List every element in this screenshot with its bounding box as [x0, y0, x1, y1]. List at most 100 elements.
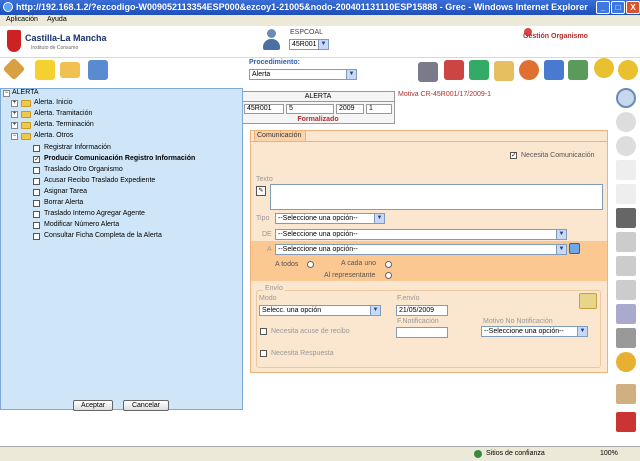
tree-item-label[interactable]: Borrar Alerta — [44, 199, 83, 206]
procedimiento-select[interactable]: Alerta ▼ — [249, 69, 357, 80]
gear-icon[interactable] — [618, 60, 638, 80]
alert-header: ALERTA — [242, 92, 394, 102]
tools-cross-icon[interactable] — [616, 384, 636, 404]
a-todos-radio[interactable] — [307, 261, 314, 268]
globe-icon[interactable] — [519, 60, 539, 80]
computer-icon[interactable] — [88, 60, 108, 80]
aceptar-button[interactable]: Aceptar — [73, 400, 113, 411]
tree-item-checkbox[interactable] — [33, 233, 40, 240]
user-group-icon[interactable] — [35, 60, 55, 80]
tree-root[interactable]: ALERTA — [12, 89, 39, 96]
envelope-send-icon[interactable] — [579, 293, 597, 309]
texto-textarea[interactable] — [270, 184, 603, 210]
tree-item-checkbox[interactable] — [33, 178, 40, 185]
printer-icon[interactable] — [418, 62, 438, 82]
necesita-comunicacion-checkbox[interactable] — [510, 151, 517, 159]
modo-select[interactable]: Selecc. una opción ▼ — [259, 305, 381, 316]
tree-item-checkbox[interactable] — [33, 211, 40, 218]
chevron-down-icon: ▼ — [346, 70, 356, 79]
tree-item-checkbox[interactable] — [33, 189, 40, 196]
print-icon[interactable] — [616, 328, 636, 348]
collapse-icon[interactable]: − — [3, 90, 10, 97]
tab-comunicacion[interactable]: Comunicación — [254, 130, 306, 141]
a-select[interactable]: --Seleccione una opción-- ▼ — [275, 244, 567, 255]
necesita-comunicacion-label: Necesita Comunicación — [521, 152, 595, 159]
fenvio-input[interactable]: 21/05/2009 — [396, 305, 448, 316]
cancelar-button[interactable]: Cancelar — [123, 400, 169, 411]
motivo-select[interactable]: --Seleccione una opción-- ▼ — [481, 326, 588, 337]
folder-icon — [21, 122, 31, 129]
copy-icon[interactable] — [616, 256, 636, 276]
tree-item-label[interactable]: Traslado Interno Agregar Agente — [44, 210, 145, 217]
zone-label: Sitios de confianza — [486, 450, 545, 457]
tree-item-checkbox[interactable] — [33, 155, 40, 163]
espcoal-label: ESPCOAL — [290, 29, 324, 36]
tree-item-label[interactable]: Acusar Recibo Traslado Expediente — [44, 177, 155, 184]
books-icon[interactable] — [444, 60, 464, 80]
expand-icon[interactable]: + — [11, 100, 18, 107]
tree-item-label[interactable]: Traslado Otro Organismo — [44, 166, 123, 173]
alert-cell-secuencia: 1 — [366, 104, 392, 114]
back-icon[interactable] — [616, 112, 636, 132]
document-icon[interactable] — [616, 160, 636, 180]
de-label: DE — [262, 231, 272, 238]
modo-value: Selecc. una opción — [262, 307, 322, 314]
motiva-link[interactable]: Motiva CR-45R001/17/2009-1 — [398, 91, 491, 98]
maximize-button[interactable]: □ — [611, 1, 625, 14]
save-icon[interactable] — [616, 208, 636, 228]
menu-ayuda[interactable]: Ayuda — [47, 16, 67, 23]
chevron-down-icon: ▼ — [556, 245, 566, 254]
fnotif-input[interactable] — [396, 327, 448, 338]
de-select[interactable]: --Seleccione una opción-- ▼ — [275, 229, 567, 240]
bottle-icon[interactable] — [616, 304, 636, 324]
espcoal-select[interactable]: 45R001 ▼ — [289, 39, 329, 50]
zoom-level[interactable]: 100% — [600, 450, 618, 457]
search-doc-icon[interactable] — [544, 60, 564, 80]
envelope-icon[interactable] — [494, 61, 514, 81]
expand-icon[interactable]: + — [11, 122, 18, 129]
expand-icon[interactable]: + — [11, 111, 18, 118]
chevron-down-icon: ▼ — [556, 230, 566, 239]
paste-icon[interactable] — [616, 280, 636, 300]
tree-folder-terminacion[interactable]: Alerta. Terminación — [34, 121, 94, 128]
de-value: --Seleccione una opción-- — [278, 231, 358, 238]
acuse-checkbox[interactable] — [260, 328, 267, 335]
minimize-button[interactable]: _ — [596, 1, 610, 14]
cut-icon[interactable] — [616, 232, 636, 252]
tree-item-label[interactable]: Consultar Ficha Completa de la Alerta — [44, 232, 162, 239]
tipo-select[interactable]: --Seleccione una opción-- ▼ — [275, 213, 385, 224]
alert-cell-codigo: 45R001 — [244, 104, 284, 114]
gestion-organismo[interactable]: Gestión Organismo — [523, 33, 588, 40]
edit-text-icon[interactable]: ✎ — [256, 186, 266, 196]
magnifier-icon[interactable] — [616, 88, 636, 108]
tree-item-checkbox[interactable] — [33, 222, 40, 229]
respuesta-checkbox[interactable] — [260, 350, 267, 357]
tree-folder-otros[interactable]: Alerta. Otros — [34, 132, 73, 139]
notes-icon[interactable] — [616, 184, 636, 204]
close-button[interactable]: X — [626, 1, 640, 14]
exit-icon[interactable] — [616, 412, 636, 432]
folder-icon[interactable] — [60, 62, 80, 78]
tree-item-checkbox[interactable] — [33, 167, 40, 174]
menu-aplicacion[interactable]: Aplicación — [6, 16, 38, 23]
collapse-icon[interactable]: − — [11, 133, 18, 140]
trusted-sites-icon — [474, 450, 482, 458]
star-icon[interactable] — [616, 352, 636, 372]
tree-folder-tramitacion[interactable]: Alerta. Tramitación — [34, 110, 92, 117]
tree-folder-inicio[interactable]: Alerta. Inicio — [34, 99, 73, 106]
tree-item-checkbox[interactable] — [33, 200, 40, 207]
a-cada-uno-radio[interactable] — [385, 261, 392, 268]
forward-icon[interactable] — [616, 136, 636, 156]
tree-item-label[interactable]: Producir Comunicación Registro Informaci… — [44, 155, 195, 162]
tree-item-checkbox[interactable] — [33, 145, 40, 152]
tree-item-label[interactable]: Asignar Tarea — [44, 188, 87, 195]
al-representante-radio[interactable] — [385, 272, 392, 279]
document-stack-icon[interactable] — [469, 60, 489, 80]
search-icon[interactable] — [569, 243, 580, 254]
comunicacion-panel: Comunicación Necesita Comunicación Texto… — [250, 130, 608, 373]
tools-icon[interactable] — [568, 60, 588, 80]
tree-item-label[interactable]: Modificar Número Alerta — [44, 221, 119, 228]
tree-item-label[interactable]: Registrar Información — [44, 144, 111, 151]
chevron-down-icon: ▼ — [374, 214, 384, 223]
settings-icon[interactable] — [594, 58, 614, 78]
